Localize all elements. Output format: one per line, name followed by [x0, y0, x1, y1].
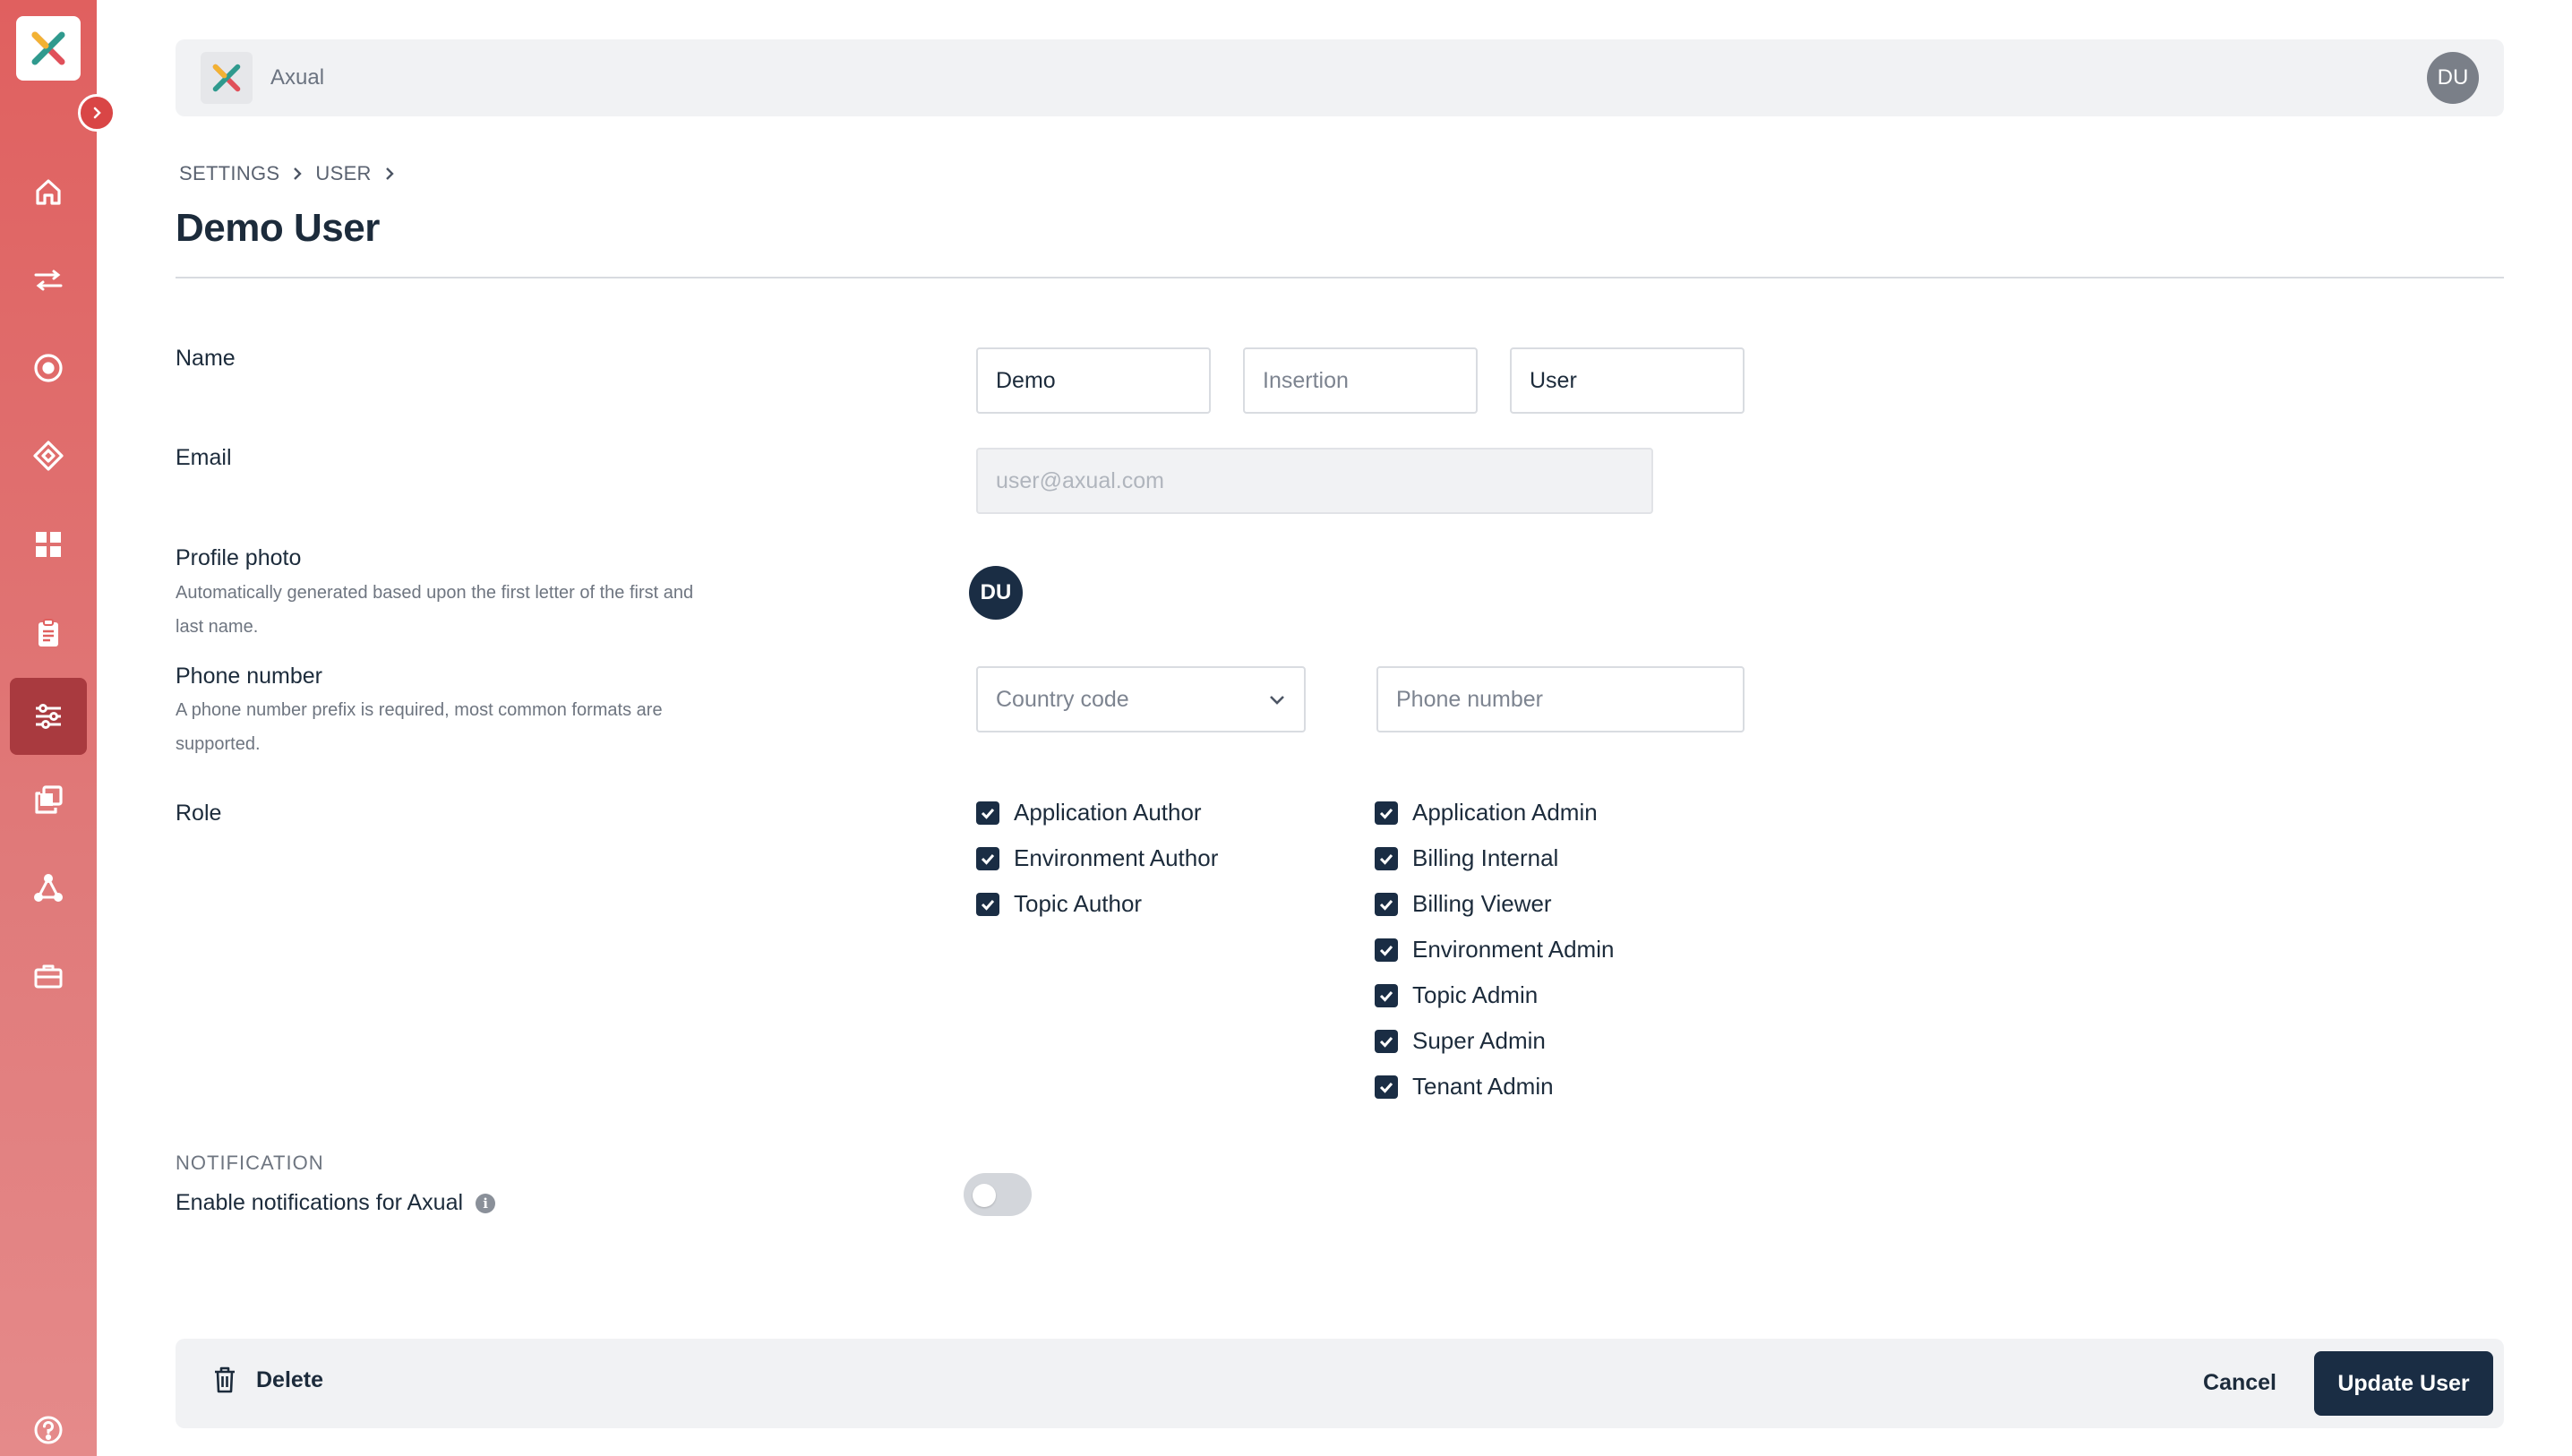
- role-checkbox-application-admin[interactable]: Application Admin: [1375, 799, 1598, 826]
- profile-photo-help: Automatically generated based upon the f…: [176, 583, 694, 637]
- email-label: Email: [176, 445, 232, 470]
- title-divider: [176, 277, 2504, 278]
- sidebar-expand-button[interactable]: [78, 94, 116, 132]
- checkbox-checked-icon[interactable]: [1375, 846, 1398, 870]
- delete-button[interactable]: Delete: [211, 1366, 323, 1394]
- checkbox-checked-icon[interactable]: [1375, 1075, 1398, 1099]
- checkbox-checked-icon[interactable]: [1375, 938, 1398, 962]
- checkbox-checked-icon[interactable]: [1375, 801, 1398, 825]
- toolbox-icon: [34, 964, 63, 989]
- breadcrumb: SETTINGS USER: [179, 162, 395, 185]
- sidebar-item-settings[interactable]: [10, 678, 87, 755]
- role-checkbox-topic-author[interactable]: Topic Author: [976, 890, 1142, 918]
- role-checkbox-topic-admin[interactable]: Topic Admin: [1375, 981, 1538, 1009]
- role-checkbox-super-admin[interactable]: Super Admin: [1375, 1027, 1546, 1055]
- breadcrumb-user[interactable]: USER: [315, 162, 371, 185]
- axual-logo-icon: [31, 31, 65, 65]
- profile-avatar: DU: [969, 566, 1023, 620]
- diamond-icon: [33, 441, 64, 471]
- notification-heading: NOTIFICATION: [176, 1152, 324, 1174]
- help-button[interactable]: [10, 1408, 87, 1452]
- sidebar-item-dashboard[interactable]: [10, 506, 87, 583]
- network-icon: [34, 874, 63, 902]
- insertion-input[interactable]: Insertion: [1243, 347, 1478, 414]
- trash-icon: [215, 1366, 235, 1393]
- clipboard-icon: [39, 619, 58, 647]
- role-checkbox-environment-admin[interactable]: Environment Admin: [1375, 936, 1614, 964]
- sidebar-item-target[interactable]: [10, 330, 87, 407]
- email-field: user@axual.com: [976, 448, 1653, 514]
- phone-help: A phone number prefix is required, most …: [176, 700, 663, 754]
- country-code-select[interactable]: Country code: [976, 666, 1306, 732]
- sidebar-item-diamond[interactable]: [10, 417, 87, 494]
- axual-logo[interactable]: [16, 16, 81, 81]
- name-label: Name: [176, 346, 236, 371]
- checkbox-checked-icon[interactable]: [976, 801, 999, 825]
- first-name-input[interactable]: Demo: [976, 347, 1211, 414]
- axual-logo-icon: [212, 64, 241, 92]
- brand-name: Axual: [270, 65, 325, 90]
- profile-photo-label: Profile photo: [176, 545, 302, 570]
- info-icon[interactable]: i: [476, 1193, 496, 1213]
- chevron-down-icon: [1270, 696, 1284, 705]
- role-checkbox-tenant-admin[interactable]: Tenant Admin: [1375, 1073, 1554, 1101]
- update-user-button[interactable]: Update User: [2314, 1351, 2493, 1416]
- checkbox-checked-icon[interactable]: [976, 846, 999, 870]
- sidebar-item-home[interactable]: [10, 153, 87, 230]
- dashboard-grid-icon: [36, 532, 61, 557]
- page-title: Demo User: [176, 206, 380, 250]
- checkbox-checked-icon[interactable]: [1375, 892, 1398, 916]
- home-icon: [36, 179, 61, 205]
- last-name-input[interactable]: User: [1510, 347, 1745, 414]
- sidebar-item-streams[interactable]: [10, 242, 87, 319]
- sidebar-item-toolbox[interactable]: [10, 938, 87, 1015]
- cancel-button[interactable]: Cancel: [2203, 1370, 2276, 1396]
- phone-label: Phone number: [176, 664, 323, 689]
- notification-label: Enable notifications for Axual i: [176, 1190, 496, 1216]
- user-avatar[interactable]: DU: [2427, 52, 2479, 104]
- top-header: Axual DU: [176, 39, 2504, 116]
- toggle-knob: [973, 1184, 996, 1207]
- sidebar-item-clipboard[interactable]: [10, 595, 87, 672]
- streams-icon: [34, 270, 63, 291]
- chevron-right-icon: [93, 107, 101, 119]
- notifications-toggle[interactable]: [964, 1173, 1032, 1216]
- help-circle-icon: [34, 1416, 63, 1444]
- action-bar: Delete Cancel Update User: [176, 1339, 2504, 1428]
- sidebar: [0, 0, 97, 1456]
- checkbox-checked-icon[interactable]: [1375, 1029, 1398, 1053]
- sidebar-item-copy[interactable]: [10, 761, 87, 838]
- role-checkbox-environment-author[interactable]: Environment Author: [976, 844, 1218, 872]
- role-checkbox-billing-internal[interactable]: Billing Internal: [1375, 844, 1558, 872]
- chevron-right-icon: [385, 167, 394, 180]
- checkbox-checked-icon[interactable]: [1375, 983, 1398, 1007]
- checkbox-checked-icon[interactable]: [976, 892, 999, 916]
- role-checkbox-billing-viewer[interactable]: Billing Viewer: [1375, 890, 1552, 918]
- brand-logo[interactable]: [201, 52, 253, 104]
- sidebar-item-network[interactable]: [10, 850, 87, 927]
- role-checkbox-application-author[interactable]: Application Author: [976, 799, 1202, 826]
- target-icon: [34, 354, 63, 382]
- role-label: Role: [176, 801, 222, 826]
- settings-sliders-icon: [36, 704, 61, 729]
- breadcrumb-settings[interactable]: SETTINGS: [179, 162, 279, 185]
- chevron-right-icon: [294, 167, 303, 180]
- phone-number-input[interactable]: Phone number: [1376, 666, 1745, 732]
- copy-icon: [35, 785, 63, 814]
